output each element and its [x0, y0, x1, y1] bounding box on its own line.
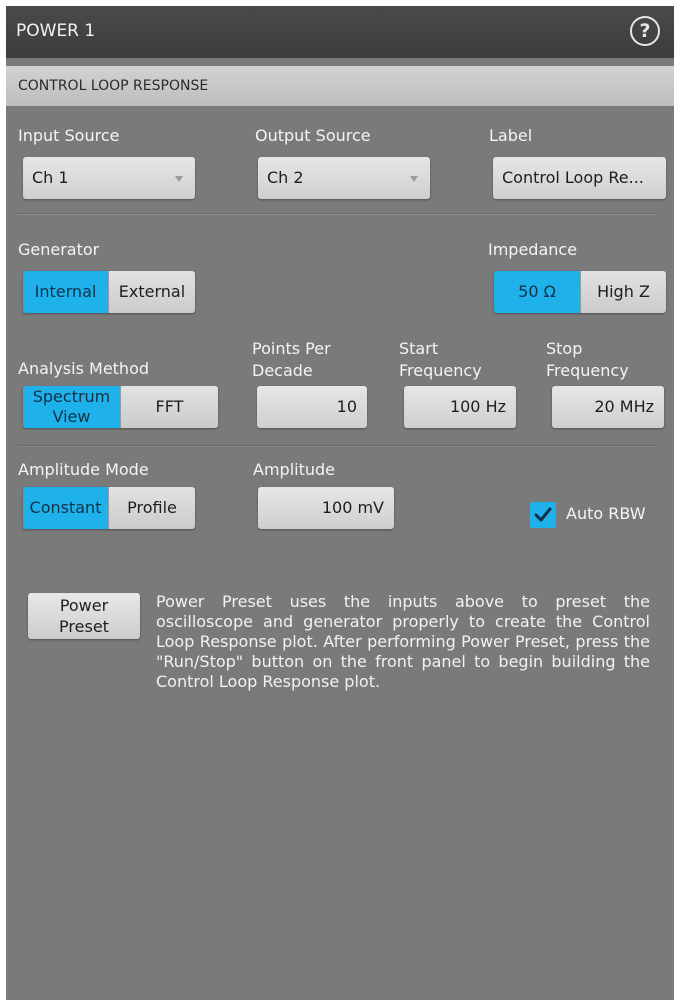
start-frequency-label-line2: Frequency: [399, 361, 482, 380]
power-preset-button[interactable]: Power Preset: [28, 593, 140, 639]
points-per-decade-input[interactable]: 10: [257, 386, 367, 428]
amplitude-mode-label: Amplitude Mode: [18, 460, 149, 479]
analysis-method-toggle: Spectrum View FFT: [23, 386, 218, 428]
output-source-value: Ch 2: [267, 168, 304, 187]
analysis-spectrum-view-option[interactable]: Spectrum View: [23, 386, 120, 428]
generator-external-option[interactable]: External: [108, 271, 195, 313]
stop-frequency-input[interactable]: 20 MHz: [552, 386, 664, 428]
stop-frequency-label-line1: Stop: [546, 339, 583, 358]
amplitude-label: Amplitude: [253, 460, 335, 479]
generator-label: Generator: [18, 240, 100, 259]
analysis-fft-option[interactable]: FFT: [120, 386, 218, 428]
help-icon[interactable]: ?: [630, 16, 660, 46]
section-header: CONTROL LOOP RESPONSE: [6, 66, 674, 106]
points-per-decade-label-line2: Decade: [252, 361, 313, 380]
stop-frequency-value: 20 MHz: [594, 397, 654, 416]
divider: [18, 213, 658, 215]
points-per-decade-label-line1: Points Per: [252, 339, 331, 358]
divider: [18, 445, 658, 447]
amplitude-profile-option[interactable]: Profile: [108, 487, 195, 529]
input-source-value: Ch 1: [32, 168, 69, 187]
power-preset-description: Power Preset uses the inputs above to pr…: [156, 592, 650, 691]
section-title: CONTROL LOOP RESPONSE: [18, 78, 209, 94]
label-input[interactable]: Control Loop Re...: [493, 157, 666, 199]
points-per-decade-value: 10: [336, 397, 357, 416]
power-preset-button-line1: Power: [59, 596, 109, 615]
auto-rbw-label: Auto RBW: [566, 504, 646, 523]
amplitude-mode-toggle: Constant Profile: [23, 487, 195, 529]
impedance-label: Impedance: [488, 240, 578, 259]
power-preset-button-line2: Preset: [59, 617, 109, 636]
amplitude-value: 100 mV: [321, 498, 384, 517]
start-frequency-input[interactable]: 100 Hz: [404, 386, 516, 428]
analysis-method-label: Analysis Method: [18, 359, 150, 378]
start-frequency-label-line1: Start: [399, 339, 439, 358]
chevron-down-icon: [410, 176, 418, 182]
label-input-value: Control Loop Re...: [502, 168, 644, 187]
power-panel: POWER 1 ? CONTROL LOOP RESPONSE Input So…: [6, 6, 674, 1000]
impedance-50-ohm-option[interactable]: 50 Ω: [494, 271, 580, 313]
label-field-label: Label: [489, 126, 533, 145]
stop-frequency-label-line2: Frequency: [546, 361, 629, 380]
title-bar: POWER 1 ?: [6, 6, 674, 58]
amplitude-input[interactable]: 100 mV: [258, 487, 394, 529]
auto-rbw-checkbox[interactable]: [530, 502, 556, 528]
output-source-label: Output Source: [255, 126, 371, 145]
start-frequency-value: 100 Hz: [449, 397, 506, 416]
panel-title: POWER 1: [16, 21, 96, 41]
output-source-dropdown[interactable]: Ch 2: [258, 157, 430, 199]
generator-internal-option[interactable]: Internal: [23, 271, 108, 313]
generator-toggle: Internal External: [23, 271, 195, 313]
impedance-high-z-option[interactable]: High Z: [580, 271, 666, 313]
chevron-down-icon: [175, 176, 183, 182]
checkmark-icon: [534, 507, 552, 522]
input-source-dropdown[interactable]: Ch 1: [23, 157, 195, 199]
amplitude-constant-option[interactable]: Constant: [23, 487, 108, 529]
input-source-label: Input Source: [18, 126, 120, 145]
impedance-toggle: 50 Ω High Z: [494, 271, 666, 313]
